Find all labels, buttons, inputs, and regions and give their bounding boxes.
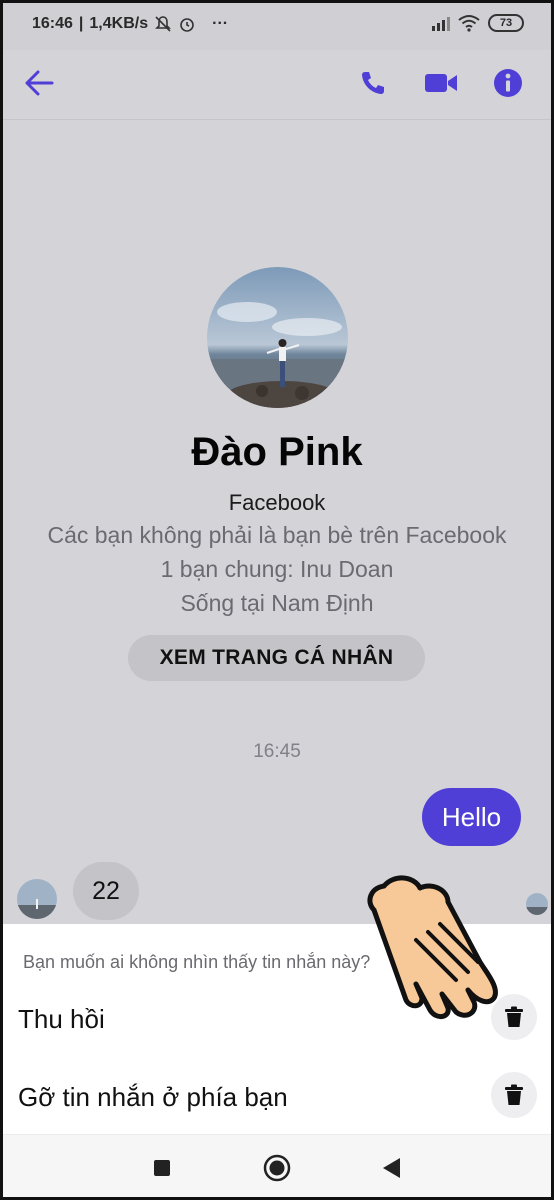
pointing-hand-icon (356, 862, 506, 1022)
triangle-back-icon[interactable] (381, 1157, 401, 1184)
profile-name: Đào Pink (191, 430, 363, 474)
back-arrow-icon[interactable] (22, 66, 56, 100)
alarm-icon (180, 18, 194, 32)
signal-icon (432, 15, 450, 31)
trash-icon[interactable] (491, 1072, 537, 1118)
outgoing-message-bubble[interactable]: Hello (422, 788, 521, 846)
profile-source: Facebook (228, 490, 326, 515)
status-time: 16:46 (32, 15, 73, 32)
circle-icon[interactable] (263, 1154, 291, 1187)
info-icon[interactable] (491, 66, 525, 100)
incoming-message-bubble[interactable]: 22 (73, 862, 139, 920)
view-profile-button[interactable]: XEM TRANG CÁ NHÂN (128, 635, 425, 681)
location-text: Sống tại Nam Định (180, 590, 374, 616)
system-nav-bar (0, 1134, 554, 1200)
app-bar (0, 50, 554, 120)
profile-avatar[interactable] (207, 267, 348, 408)
battery-level: 73 (499, 17, 513, 29)
option-label: Thu hồi (18, 1004, 105, 1034)
status-bar: 16:46 | 1,4KB/s ··· 73 (0, 0, 554, 50)
wifi-icon (458, 15, 480, 32)
phone-icon[interactable] (356, 66, 390, 100)
more-dots: ··· (212, 15, 229, 32)
seen-indicator-avatar (526, 893, 548, 915)
option-label: Gỡ tin nhắn ở phía bạn (18, 1082, 288, 1112)
mutual-friends-text: 1 bạn chung: Inu Doan (160, 556, 394, 582)
network-speed: 1,4KB/s (89, 15, 149, 32)
screen: 16:46 | 1,4KB/s ··· 73 Đào Pink Facebook… (0, 0, 554, 1200)
video-camera-icon[interactable] (424, 66, 458, 100)
remove-for-you-option[interactable]: Gỡ tin nhắn ở phía bạn (0, 1062, 554, 1132)
sender-avatar[interactable] (17, 879, 57, 919)
square-icon[interactable] (153, 1159, 171, 1182)
battery-icon: 73 (488, 14, 524, 32)
sheet-prompt: Bạn muốn ai không nhìn thấy tin nhắn này… (23, 952, 371, 972)
friend-status-text: Các bạn không phải là bạn bè trên Facebo… (47, 522, 507, 548)
message-timestamp: 16:45 (253, 741, 301, 762)
mute-bell-icon (155, 16, 172, 32)
